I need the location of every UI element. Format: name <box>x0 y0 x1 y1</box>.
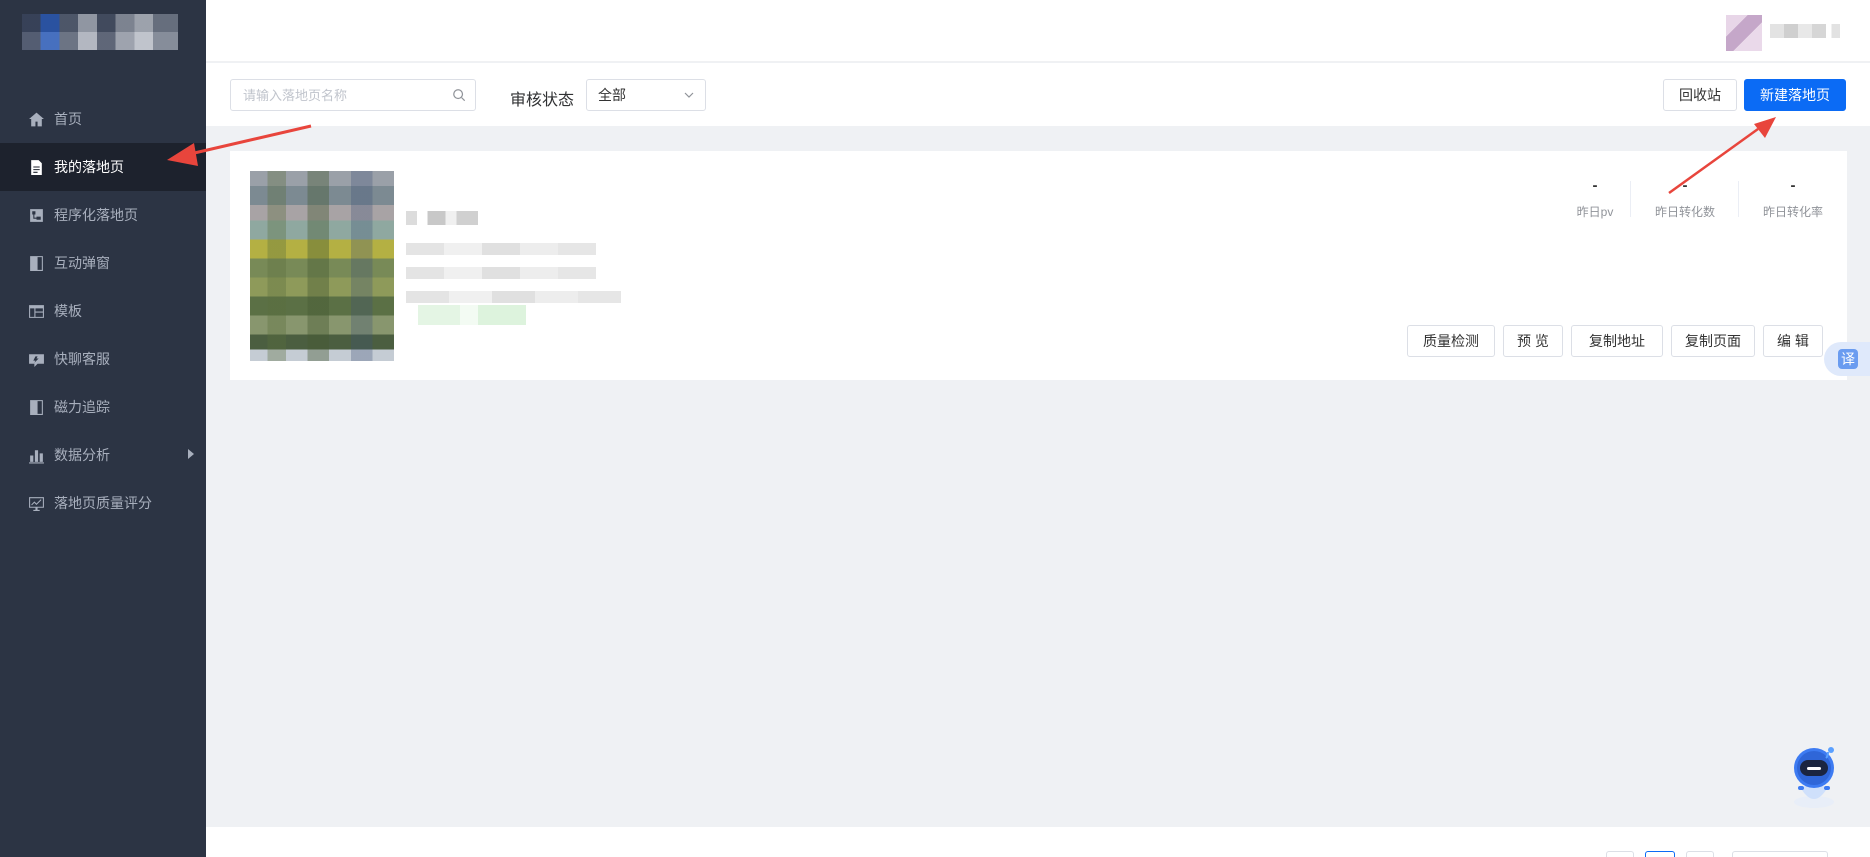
flowchart-icon <box>27 206 45 224</box>
preview-button[interactable]: 预 览 <box>1503 325 1563 357</box>
prev-page-button[interactable] <box>1606 851 1634 857</box>
stat-value: - <box>1790 177 1796 194</box>
copy-page-button[interactable]: 复制页面 <box>1671 325 1755 357</box>
sidebar-item-home[interactable]: 首页 <box>0 95 206 143</box>
pagination-bar <box>206 827 1870 857</box>
chevron-down-icon <box>684 92 694 98</box>
sidebar-item-label: 数据分析 <box>54 447 110 463</box>
stat-conversion-rate: - 昨日转化率 <box>1760 177 1826 220</box>
sidebar-item-magnetic-tracking[interactable]: 磁力追踪 <box>0 383 206 431</box>
robot-assistant-icon[interactable] <box>1784 740 1844 810</box>
sidebar-item-data-analysis[interactable]: 数据分析 <box>0 431 206 479</box>
stat-label: 昨日pv <box>1576 205 1614 219</box>
new-landing-page-button[interactable]: 新建落地页 <box>1744 79 1846 111</box>
divider <box>1738 181 1739 217</box>
landing-page-card: - 昨日pv - 昨日转化数 - 昨日转化率 质量检测 预 览 复制地址 复制页… <box>230 151 1847 380</box>
stat-conversions: - 昨日转化数 <box>1652 177 1718 220</box>
popup-icon <box>27 254 45 272</box>
filter-toolbar: 审核状态 全部 回收站 新建落地页 <box>206 63 1870 126</box>
page-info-blurred <box>406 291 621 303</box>
sidebar-item-quick-chat[interactable]: 快聊客服 <box>0 335 206 383</box>
translate-float-button[interactable]: 译 <box>1824 342 1870 376</box>
logo[interactable] <box>22 14 178 50</box>
search-input[interactable] <box>231 80 441 110</box>
status-badge-blurred <box>406 305 526 325</box>
sidebar-item-label: 程序化落地页 <box>54 207 138 223</box>
landing-page-thumbnail[interactable] <box>250 171 394 361</box>
search-icon[interactable] <box>452 88 466 102</box>
stat-pv: - 昨日pv <box>1568 177 1622 220</box>
chat-icon <box>27 350 45 368</box>
stat-value: - <box>1682 177 1688 194</box>
sidebar-item-label: 快聊客服 <box>54 351 110 367</box>
page-button-current[interactable] <box>1645 851 1675 857</box>
page-title-blurred <box>406 211 478 225</box>
sidebar-item-label: 磁力追踪 <box>54 399 110 415</box>
sidebar-item-label: 首页 <box>54 111 82 127</box>
bar-chart-icon <box>27 446 45 464</box>
review-status-value: 全部 <box>598 87 626 103</box>
recycle-bin-button[interactable]: 回收站 <box>1663 79 1737 111</box>
sidebar-item-quality-score[interactable]: 落地页质量评分 <box>0 479 206 527</box>
sidebar-item-label: 互动弹窗 <box>54 255 110 271</box>
sidebar-nav: 首页 我的落地页 程序化落地页 互动弹窗 模板 快聊客服 磁力追踪 数据分析 落… <box>0 95 206 527</box>
search-box <box>230 79 476 111</box>
document-icon <box>27 158 45 176</box>
stat-label: 昨日转化数 <box>1654 205 1715 219</box>
top-header <box>206 0 1870 62</box>
sidebar-item-label: 我的落地页 <box>54 159 124 175</box>
copy-address-button[interactable]: 复制地址 <box>1571 325 1663 357</box>
user-name-blurred[interactable] <box>1770 24 1840 38</box>
next-page-button[interactable] <box>1686 851 1714 857</box>
sidebar: 首页 我的落地页 程序化落地页 互动弹窗 模板 快聊客服 磁力追踪 数据分析 落… <box>0 0 206 857</box>
translate-icon: 译 <box>1838 349 1858 369</box>
review-status-label: 审核状态 <box>510 92 575 109</box>
tracking-icon <box>27 398 45 416</box>
page-size-select[interactable] <box>1732 851 1828 857</box>
sidebar-item-label: 落地页质量评分 <box>54 495 152 511</box>
monitor-chart-icon <box>27 494 45 512</box>
page-info-blurred <box>406 243 596 255</box>
sidebar-item-interactive-popup[interactable]: 互动弹窗 <box>0 239 206 287</box>
sidebar-item-label: 模板 <box>54 303 82 319</box>
edit-button[interactable]: 编 辑 <box>1763 325 1823 357</box>
avatar[interactable] <box>1726 15 1762 51</box>
sidebar-item-templates[interactable]: 模板 <box>0 287 206 335</box>
quality-check-button[interactable]: 质量检测 <box>1407 325 1495 357</box>
home-icon <box>27 110 45 128</box>
sidebar-item-programmatic-pages[interactable]: 程序化落地页 <box>0 191 206 239</box>
page-info-blurred <box>406 267 596 279</box>
template-icon <box>27 302 45 320</box>
divider <box>1630 181 1631 217</box>
sidebar-item-my-landing-pages[interactable]: 我的落地页 <box>0 143 206 191</box>
stat-value: - <box>1592 177 1598 194</box>
review-status-select[interactable]: 全部 <box>586 79 706 111</box>
annotation-arrows <box>167 117 1776 195</box>
stat-label: 昨日转化率 <box>1762 205 1823 219</box>
submenu-caret-icon <box>188 449 194 459</box>
